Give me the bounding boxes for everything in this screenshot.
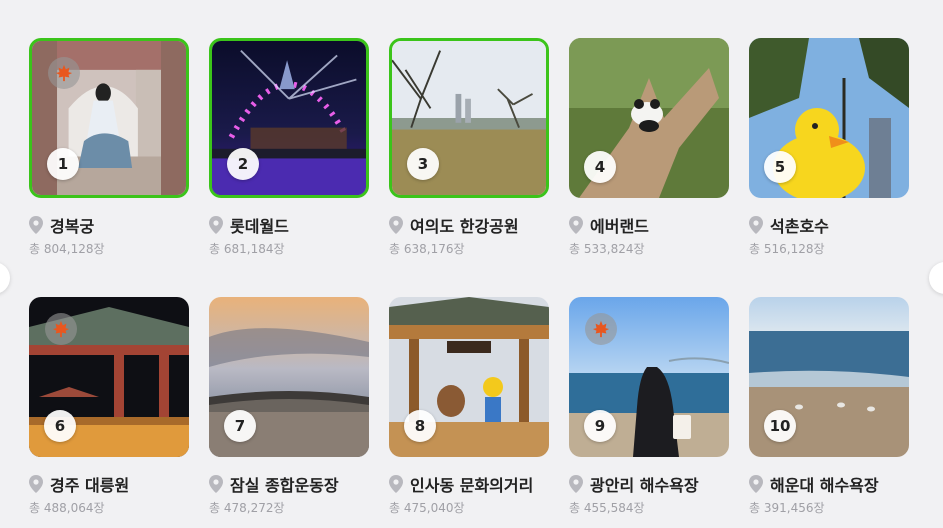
location-pin-icon	[209, 216, 223, 234]
place-name[interactable]: 에버랜드	[590, 213, 649, 237]
location-pin-icon	[209, 475, 223, 493]
place-thumbnail[interactable]: 5	[749, 38, 909, 198]
photo-count: 총 638,176장	[389, 242, 465, 256]
place-card[interactable]: 10 해운대 해수욕장 총 391,456장	[749, 297, 909, 516]
place-thumbnail[interactable]: 7	[209, 297, 369, 457]
rank-badge: 7	[224, 410, 256, 442]
maple-leaf-icon	[592, 320, 610, 338]
carousel-prev-button[interactable]	[0, 262, 10, 294]
place-thumbnail[interactable]: 9	[569, 297, 729, 457]
location-pin-icon	[569, 475, 583, 493]
place-name[interactable]: 여의도 한강공원	[410, 213, 519, 237]
carousel-next-button[interactable]	[929, 262, 943, 294]
photo-count: 총 804,128장	[29, 242, 105, 256]
place-name[interactable]: 잠실 종합운동장	[230, 472, 339, 496]
place-card[interactable]: 8 인사동 문화의거리 총 475,040장	[389, 297, 549, 516]
place-card[interactable]: 4 에버랜드 총 533,824장	[569, 38, 729, 257]
location-pin-icon	[389, 216, 403, 234]
place-thumbnail[interactable]: 1	[29, 38, 189, 198]
maple-leaf-icon	[52, 320, 70, 338]
place-thumbnail[interactable]: 6	[29, 297, 189, 457]
photo-count: 총 478,272장	[209, 501, 285, 515]
location-pin-icon	[389, 475, 403, 493]
place-card[interactable]: 6 경주 대릉원 총 488,064장	[29, 297, 189, 516]
photo-count: 총 455,584장	[569, 501, 645, 515]
place-thumbnail[interactable]: 4	[569, 38, 729, 198]
rank-badge: 2	[227, 148, 259, 180]
place-card[interactable]: 7 잠실 종합운동장 총 478,272장	[209, 297, 369, 516]
location-pin-icon	[749, 216, 763, 234]
place-thumbnail[interactable]: 10	[749, 297, 909, 457]
place-name[interactable]: 광안리 해수욕장	[590, 472, 699, 496]
rank-badge: 6	[44, 410, 76, 442]
place-name[interactable]: 해운대 해수욕장	[770, 472, 879, 496]
photo-count: 총 475,040장	[389, 501, 465, 515]
rank-badge: 3	[407, 148, 439, 180]
place-thumbnail[interactable]: 8	[389, 297, 549, 457]
location-pin-icon	[29, 216, 43, 234]
place-ranking-grid: 1 경복궁 총 804,128장 2 롯데월드 총 681,184장 3 여의도…	[29, 38, 909, 516]
photo-count: 총 488,064장	[29, 501, 105, 515]
maple-leaf-badge	[48, 57, 80, 89]
location-pin-icon	[569, 216, 583, 234]
rank-badge: 5	[764, 151, 796, 183]
rank-badge: 4	[584, 151, 616, 183]
place-name[interactable]: 경주 대릉원	[50, 472, 129, 496]
rank-badge: 9	[584, 410, 616, 442]
maple-leaf-badge	[45, 313, 77, 345]
photo-count: 총 681,184장	[209, 242, 285, 256]
place-name[interactable]: 석촌호수	[770, 213, 829, 237]
photo-count: 총 391,456장	[749, 501, 825, 515]
location-pin-icon	[29, 475, 43, 493]
rank-badge: 1	[47, 148, 79, 180]
place-name[interactable]: 경복궁	[50, 213, 94, 237]
rank-badge: 8	[404, 410, 436, 442]
place-card[interactable]: 1 경복궁 총 804,128장	[29, 38, 189, 257]
maple-leaf-badge	[585, 313, 617, 345]
photo-count: 총 516,128장	[749, 242, 825, 256]
maple-leaf-icon	[55, 64, 73, 82]
location-pin-icon	[749, 475, 763, 493]
place-name[interactable]: 롯데월드	[230, 213, 289, 237]
place-thumbnail[interactable]: 2	[209, 38, 369, 198]
rank-badge: 10	[764, 410, 796, 442]
place-card[interactable]: 5 석촌호수 총 516,128장	[749, 38, 909, 257]
place-name[interactable]: 인사동 문화의거리	[410, 472, 533, 496]
place-card[interactable]: 3 여의도 한강공원 총 638,176장	[389, 38, 549, 257]
place-thumbnail[interactable]: 3	[389, 38, 549, 198]
photo-count: 총 533,824장	[569, 242, 645, 256]
place-card[interactable]: 2 롯데월드 총 681,184장	[209, 38, 369, 257]
place-card[interactable]: 9 광안리 해수욕장 총 455,584장	[569, 297, 729, 516]
